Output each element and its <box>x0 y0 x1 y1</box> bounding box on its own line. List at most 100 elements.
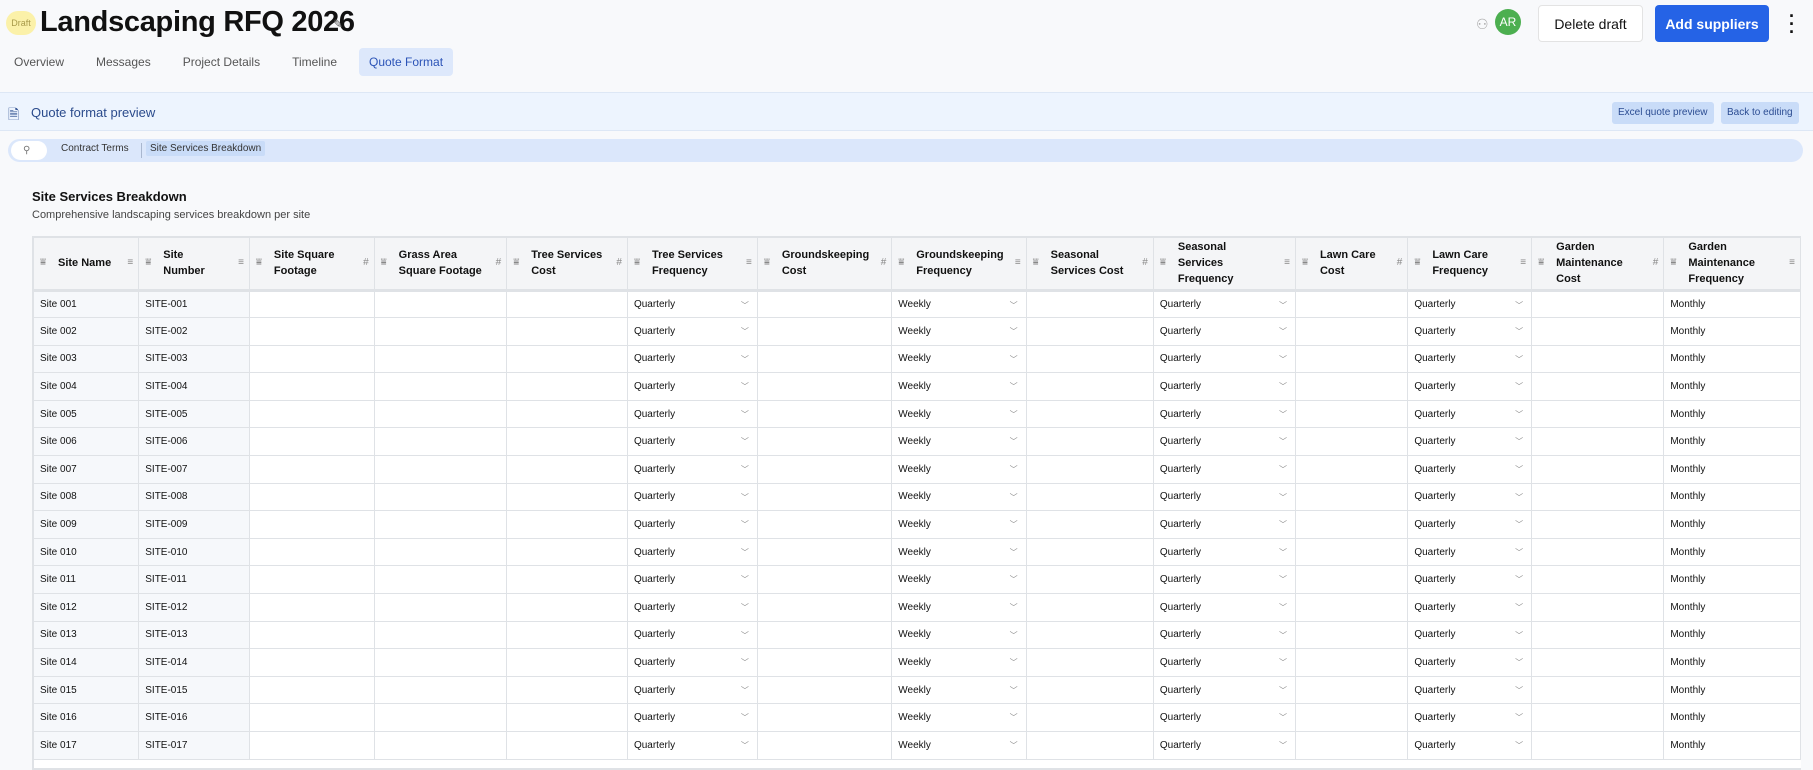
frequency-select[interactable]: Monthly <box>1663 372 1801 401</box>
tab-messages[interactable]: Messages <box>86 48 161 76</box>
number-input-cell[interactable] <box>1295 400 1409 429</box>
frequency-select[interactable]: Monthly <box>1663 703 1801 732</box>
number-input-cell[interactable] <box>757 676 893 705</box>
excel-quote-preview-button[interactable]: Excel quote preview <box>1612 102 1714 124</box>
tab-quote-format[interactable]: Quote Format <box>359 48 454 76</box>
frequency-select[interactable]: Quarterly ﹀ <box>627 676 758 705</box>
number-input-cell[interactable] <box>1026 703 1154 732</box>
column-header[interactable]: ⩸ Seasonal Services Frequency ≡ <box>1153 238 1296 292</box>
number-input-cell[interactable] <box>757 483 893 512</box>
frequency-select[interactable]: Monthly <box>1663 345 1801 374</box>
number-input-cell[interactable] <box>1295 676 1409 705</box>
frequency-select[interactable]: Monthly <box>1663 731 1801 760</box>
frequency-select[interactable]: Weekly ﹀ <box>891 703 1027 732</box>
number-input-cell[interactable] <box>1026 483 1154 512</box>
frequency-select[interactable]: Quarterly ﹀ <box>1153 676 1296 705</box>
add-suppliers-button[interactable]: Add suppliers <box>1655 5 1769 42</box>
number-input-cell[interactable] <box>506 400 628 429</box>
number-input-cell[interactable] <box>757 703 893 732</box>
frequency-select[interactable]: Quarterly ﹀ <box>627 703 758 732</box>
number-input-cell[interactable] <box>1295 427 1409 457</box>
number-input-cell[interactable] <box>1026 621 1154 650</box>
frequency-select[interactable]: Quarterly ﹀ <box>1153 731 1296 760</box>
frequency-select[interactable]: Quarterly ﹀ <box>1153 400 1296 429</box>
column-header[interactable]: ⩸ Lawn Care Cost # <box>1295 238 1409 292</box>
number-input-cell[interactable] <box>1531 400 1665 429</box>
number-input-cell[interactable] <box>1531 676 1665 705</box>
frequency-select[interactable]: Monthly <box>1663 676 1801 705</box>
frequency-select[interactable]: Quarterly ﹀ <box>1407 538 1533 567</box>
frequency-select[interactable]: Weekly ﹀ <box>891 621 1027 650</box>
frequency-select[interactable]: Weekly ﹀ <box>891 593 1027 622</box>
number-input-cell[interactable] <box>1295 455 1409 484</box>
frequency-select[interactable]: Quarterly ﹀ <box>1407 427 1533 457</box>
frequency-select[interactable]: Weekly ﹀ <box>891 427 1027 457</box>
number-input-cell[interactable] <box>249 400 375 429</box>
number-input-cell[interactable] <box>506 372 628 401</box>
number-input-cell[interactable] <box>249 648 375 677</box>
number-input-cell[interactable] <box>249 483 375 512</box>
number-input-cell[interactable] <box>374 455 508 484</box>
frequency-select[interactable]: Monthly <box>1663 317 1801 346</box>
number-input-cell[interactable] <box>506 483 628 512</box>
frequency-select[interactable]: Quarterly ﹀ <box>1153 317 1296 346</box>
number-input-cell[interactable] <box>249 703 375 732</box>
frequency-select[interactable]: Quarterly ﹀ <box>1153 510 1296 539</box>
column-header[interactable]: ⩸ Groundskeeping Frequency ≡ <box>891 238 1027 292</box>
tab-overview[interactable]: Overview <box>4 48 74 76</box>
number-input-cell[interactable] <box>374 565 508 595</box>
delete-draft-button[interactable]: Delete draft <box>1538 5 1643 42</box>
number-input-cell[interactable] <box>374 510 508 539</box>
number-input-cell[interactable] <box>1295 648 1409 677</box>
frequency-select[interactable]: Quarterly ﹀ <box>627 593 758 622</box>
number-input-cell[interactable] <box>506 290 628 319</box>
frequency-select[interactable]: Monthly <box>1663 538 1801 567</box>
number-input-cell[interactable] <box>249 455 375 484</box>
frequency-select[interactable]: Quarterly ﹀ <box>627 565 758 595</box>
frequency-select[interactable]: Quarterly ﹀ <box>1153 372 1296 401</box>
frequency-select[interactable]: Weekly ﹀ <box>891 455 1027 484</box>
frequency-select[interactable]: Monthly <box>1663 427 1801 457</box>
frequency-select[interactable]: Quarterly ﹀ <box>1407 372 1533 401</box>
number-input-cell[interactable] <box>249 676 375 705</box>
number-input-cell[interactable] <box>757 731 893 760</box>
column-header[interactable]: ⩸ Site Square Footage # <box>249 238 375 292</box>
people-icon[interactable]: ⚇ <box>1476 16 1489 33</box>
number-input-cell[interactable] <box>1531 455 1665 484</box>
filter-icon[interactable]: ⩸ <box>1033 255 1039 271</box>
column-header[interactable]: ⩸ Site Number ≡ <box>138 238 250 292</box>
frequency-select[interactable]: Monthly <box>1663 648 1801 677</box>
tab-project-details[interactable]: Project Details <box>173 48 270 76</box>
number-input-cell[interactable] <box>1026 427 1154 457</box>
number-input-cell[interactable] <box>249 538 375 567</box>
number-input-cell[interactable] <box>506 648 628 677</box>
frequency-select[interactable]: Quarterly ﹀ <box>1153 455 1296 484</box>
frequency-select[interactable]: Monthly <box>1663 483 1801 512</box>
frequency-select[interactable]: Quarterly ﹀ <box>1407 621 1533 650</box>
filter-icon[interactable]: ⩸ <box>1160 255 1166 271</box>
frequency-select[interactable]: Quarterly ﹀ <box>1407 510 1533 539</box>
frequency-select[interactable]: Quarterly ﹀ <box>627 317 758 346</box>
number-input-cell[interactable] <box>506 703 628 732</box>
filter-icon[interactable]: ⩸ <box>256 255 262 271</box>
column-header[interactable]: ⩸ Grass Area Square Footage # <box>374 238 508 292</box>
frequency-select[interactable]: Weekly ﹀ <box>891 400 1027 429</box>
number-input-cell[interactable] <box>757 565 893 595</box>
frequency-select[interactable]: Quarterly ﹀ <box>627 427 758 457</box>
frequency-select[interactable]: Quarterly ﹀ <box>1407 455 1533 484</box>
frequency-select[interactable]: Quarterly ﹀ <box>1153 427 1296 457</box>
filter-icon[interactable]: ⩸ <box>40 255 46 271</box>
number-input-cell[interactable] <box>757 427 893 457</box>
frequency-select[interactable]: Quarterly ﹀ <box>1407 565 1533 595</box>
number-input-cell[interactable] <box>1531 510 1665 539</box>
number-input-cell[interactable] <box>757 455 893 484</box>
more-options-icon[interactable]: · · · <box>1787 7 1797 41</box>
number-input-cell[interactable] <box>1295 538 1409 567</box>
frequency-select[interactable]: Weekly ﹀ <box>891 510 1027 539</box>
number-input-cell[interactable] <box>506 565 628 595</box>
number-input-cell[interactable] <box>374 400 508 429</box>
number-input-cell[interactable] <box>1026 400 1154 429</box>
number-input-cell[interactable] <box>757 345 893 374</box>
number-input-cell[interactable] <box>1531 621 1665 650</box>
number-input-cell[interactable] <box>506 593 628 622</box>
